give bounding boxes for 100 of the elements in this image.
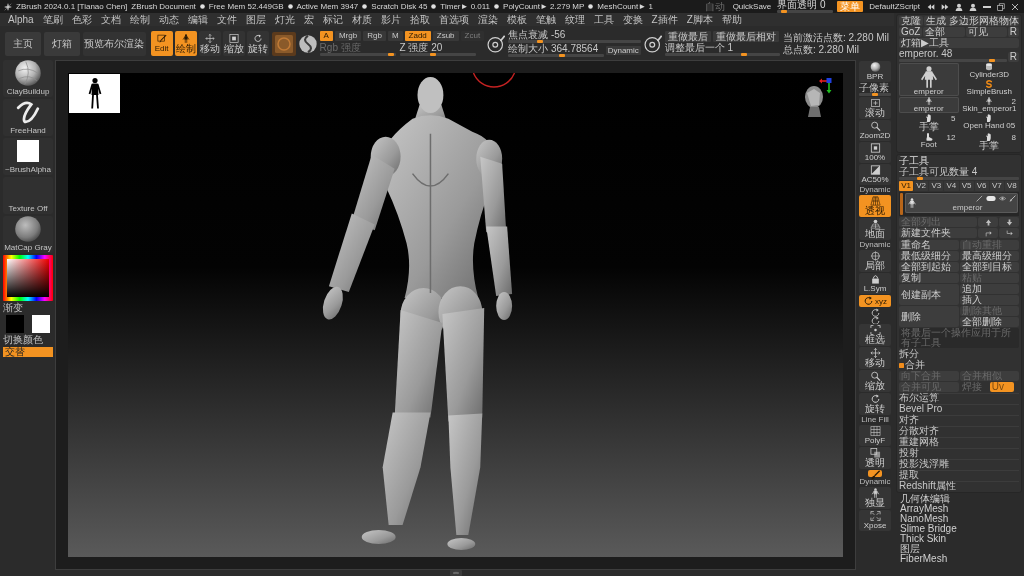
zoom-button[interactable]: Zoom2D [859, 120, 891, 141]
subtool-action-button[interactable]: 重命名 [899, 240, 959, 250]
brush-ring-icon[interactable] [643, 34, 662, 53]
section-header[interactable]: 拆分 [899, 349, 1019, 359]
goz-button[interactable]: GoZ [899, 27, 923, 37]
version-tab[interactable]: V7 [989, 181, 1004, 191]
slider-thumb[interactable] [559, 54, 566, 57]
ghost-button[interactable] [868, 470, 882, 477]
draw-mode-button[interactable]: 绘制 [174, 31, 197, 56]
menu-item[interactable]: Alpha [4, 14, 38, 25]
tool-thumbnail[interactable]: Open Hand 05 [959, 114, 1019, 130]
subtool-action-button[interactable]: 最高级细分 [959, 251, 1019, 261]
section-header[interactable]: 投射 [899, 448, 1019, 458]
tool-thumbnail[interactable]: emperor [899, 97, 959, 113]
frame-button[interactable]: 框选 [859, 324, 891, 346]
menu-item[interactable]: 渲染 [473, 14, 502, 25]
section-header[interactable]: 合并 [905, 360, 1019, 370]
subtool-action-button[interactable]: 创建副本 [899, 284, 959, 305]
bpr-button[interactable]: BPR [859, 61, 891, 82]
local-button[interactable]: 局部 [859, 250, 891, 272]
geometry-menu-item[interactable]: ArrayMesh [900, 504, 1018, 514]
geometry-menu-item[interactable]: FiberMesh [900, 554, 1018, 564]
version-tab[interactable]: V6 [974, 181, 989, 191]
folder-down-button[interactable] [999, 228, 1019, 238]
menu-item[interactable]: 变换 [618, 14, 647, 25]
tool-thumbnail[interactable]: Cylinder3D [959, 63, 1019, 79]
move-mode-button[interactable]: 移动 [198, 31, 221, 56]
menu-item[interactable]: 首选项 [434, 14, 473, 25]
move-up-button[interactable] [978, 217, 998, 227]
geometry-menu-item[interactable]: NanoMesh [900, 514, 1018, 524]
dynamic-button[interactable]: Dynamic [605, 46, 641, 55]
move-down-button[interactable] [999, 217, 1019, 227]
subtool-action-button[interactable]: 最低级细分 [899, 251, 959, 261]
lsym-button[interactable]: L.Sym [859, 273, 891, 294]
redo-button[interactable]: 重做最后 [664, 31, 711, 42]
shelf-button[interactable]: 主页 [5, 31, 42, 56]
menu-item[interactable]: 影片 [376, 14, 405, 25]
move-button[interactable]: 移动 [859, 347, 891, 369]
slider-thumb[interactable] [917, 177, 924, 180]
tool-thumbnail[interactable]: emperor [899, 63, 959, 96]
version-tab[interactable]: V3 [929, 181, 944, 191]
close-button[interactable] [1010, 2, 1020, 11]
slider-thumb[interactable] [780, 10, 787, 13]
tool-thumbnail[interactable]: Foot 12 [899, 133, 959, 149]
section-header[interactable]: 对齐 [899, 415, 1019, 425]
section-header[interactable]: Bevel Pro [899, 404, 1019, 414]
xyz-button[interactable]: xyz [859, 295, 891, 307]
slider-thumb[interactable] [741, 53, 748, 56]
floor-button[interactable]: 地面 [859, 218, 891, 240]
section-header[interactable]: 提取 [899, 470, 1019, 480]
minimize-button[interactable] [982, 5, 992, 8]
restore-button[interactable] [996, 2, 1006, 11]
zoom3d-button[interactable]: 缩放 [859, 370, 891, 392]
menu-item[interactable]: 文件 [212, 14, 241, 25]
menu-item[interactable]: 标记 [318, 14, 347, 25]
actual-button[interactable]: 100% [859, 142, 891, 163]
shelf-button[interactable]: 灯箱 [44, 31, 81, 56]
stroke-button[interactable]: FreeHand [3, 99, 53, 136]
tool-thumbnail[interactable]: SimpleBrush [959, 80, 1019, 96]
menu-item[interactable]: 拾取 [405, 14, 434, 25]
menu-item[interactable]: Z脚本 [682, 14, 717, 25]
color-swatch-icon[interactable] [3, 315, 27, 333]
geometry-menu-item[interactable]: 几何体编辑 [900, 494, 1018, 504]
switch-color-button[interactable]: 切换颜色 [3, 335, 53, 345]
toggle-icon[interactable] [986, 195, 996, 201]
slider-thumb[interactable] [872, 93, 878, 96]
slider-thumb[interactable] [537, 40, 544, 43]
brush-icon[interactable] [1009, 194, 1016, 202]
channel-toggle[interactable]: Rgb [363, 31, 386, 41]
scroll-button[interactable]: 滚动 [859, 97, 891, 119]
goz-visible-button[interactable]: 可见 [965, 27, 1007, 37]
section-header[interactable]: 投影浅浮雕 [899, 459, 1019, 469]
version-tab[interactable]: V2 [914, 181, 929, 191]
subtool-action-button[interactable]: 追加 [959, 284, 1019, 294]
subtool-action-button[interactable]: 全部到起始 [899, 262, 959, 272]
script-button[interactable]: DefaultZScript [867, 1, 922, 12]
folder-up-button[interactable] [978, 228, 998, 238]
goz-all-button[interactable]: 全部 [923, 27, 965, 37]
menu-item[interactable]: 色彩 [67, 14, 96, 25]
subtool-row[interactable]: emperor [905, 193, 1018, 213]
channel-toggle[interactable]: Mrgb [334, 31, 362, 41]
z-mode-toggle[interactable]: Zadd [404, 31, 431, 41]
geometry-menu-item[interactable]: Thick Skin [900, 534, 1018, 544]
goz-r-button[interactable]: R [1007, 27, 1019, 37]
menu-item[interactable]: 笔刷 [38, 14, 67, 25]
scale-mode-button[interactable]: 缩放 [222, 31, 245, 56]
alpha-button[interactable]: ~BrushAlpha [3, 138, 53, 175]
menu-item[interactable]: Z插件 [647, 14, 682, 25]
geometry-menu-item[interactable]: 图层 [900, 544, 1018, 554]
section-header[interactable]: 重建网格 [899, 437, 1019, 447]
next-layout-button[interactable] [940, 2, 950, 11]
material-button[interactable] [271, 31, 296, 56]
subtool-action-button[interactable]: 删除 [899, 306, 959, 327]
clone-button[interactable]: 克隆 [899, 16, 923, 26]
version-tab[interactable]: V1 [899, 181, 914, 191]
polyf-button[interactable]: PolyF [859, 425, 891, 446]
z-mode-toggle[interactable]: Zsub [432, 31, 459, 41]
redo-button[interactable]: 重做最后相对 [712, 31, 779, 42]
menu-item[interactable]: 编辑 [183, 14, 212, 25]
aahalf-button[interactable]: AC50% [859, 164, 891, 185]
